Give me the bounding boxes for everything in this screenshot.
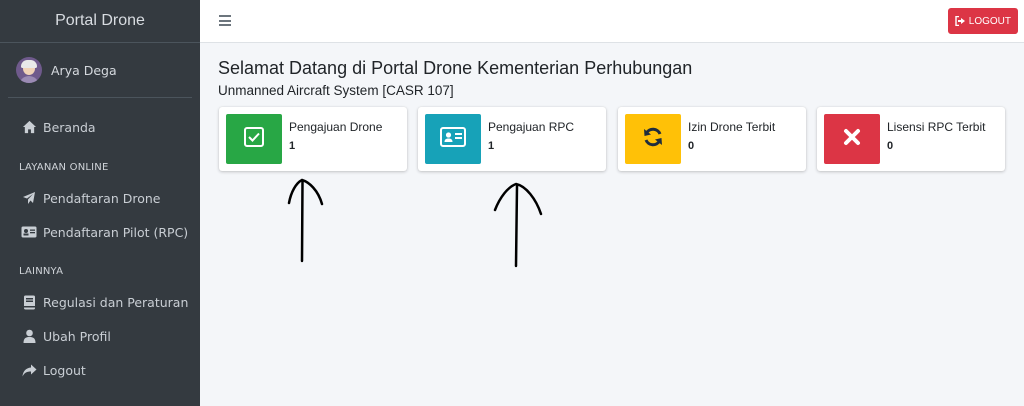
card-label: Pengajuan RPC bbox=[488, 120, 575, 134]
card-izin-drone-terbit[interactable]: Izin Drone Terbit 0 bbox=[618, 107, 806, 171]
nav-header-layanan: LAYANAN ONLINE bbox=[19, 161, 109, 173]
sidebar-item-logout[interactable]: Logout bbox=[0, 353, 200, 387]
logout-button[interactable]: LOGOUT bbox=[947, 8, 1018, 34]
logout-label: LOGOUT bbox=[968, 15, 1011, 27]
sidebar-item-label: Regulasi dan Peraturan bbox=[43, 294, 189, 310]
card-pengajuan-drone[interactable]: Pengajuan Drone 1 bbox=[219, 107, 407, 171]
card-icon-box bbox=[625, 114, 681, 164]
id-card-icon bbox=[21, 224, 37, 240]
brand-link[interactable]: Portal Drone bbox=[0, 0, 200, 43]
home-icon bbox=[21, 119, 37, 135]
sidebar-item-regulasi[interactable]: Regulasi dan Peraturan bbox=[0, 285, 200, 319]
card-pengajuan-rpc[interactable]: Pengajuan RPC 1 bbox=[418, 107, 606, 171]
hamburger-icon[interactable] bbox=[219, 15, 231, 27]
id-card-icon bbox=[440, 127, 466, 151]
page-title: Selamat Datang di Portal Drone Kementeri… bbox=[218, 58, 693, 78]
card-icon-box bbox=[226, 114, 282, 164]
sidebar-item-beranda[interactable]: Beranda bbox=[0, 110, 200, 144]
card-count: 1 bbox=[488, 140, 495, 152]
share-icon bbox=[21, 362, 37, 378]
sync-icon bbox=[642, 126, 664, 152]
times-icon bbox=[843, 128, 861, 150]
annotation-arrow bbox=[493, 182, 543, 268]
user-name: Arya Dega bbox=[51, 62, 117, 78]
card-count: 0 bbox=[887, 140, 894, 152]
user-panel[interactable]: Arya Dega bbox=[8, 43, 192, 98]
card-label: Lisensi RPC Terbit bbox=[887, 120, 986, 134]
page-subtitle: Unmanned Aircraft System [CASR 107] bbox=[218, 83, 454, 98]
sidebar-item-label: Beranda bbox=[43, 119, 96, 135]
topbar: LOGOUT bbox=[200, 0, 1024, 43]
sidebar-item-pendaftaran-drone[interactable]: Pendaftaran Drone bbox=[0, 181, 200, 215]
card-count: 1 bbox=[289, 140, 296, 152]
sidebar-item-ubah-profil[interactable]: Ubah Profil bbox=[0, 319, 200, 353]
nav-header-lainnya: LAINNYA bbox=[19, 265, 64, 277]
avatar bbox=[16, 57, 42, 83]
sidebar-item-label: Pendaftaran Pilot (RPC) bbox=[43, 224, 189, 240]
sidebar-item-label: Logout bbox=[43, 362, 86, 378]
paper-plane-icon bbox=[21, 190, 37, 206]
card-count: 0 bbox=[688, 140, 695, 152]
card-label: Izin Drone Terbit bbox=[688, 120, 776, 134]
sidebar-item-pendaftaran-pilot[interactable]: Pendaftaran Pilot (RPC) bbox=[0, 215, 200, 249]
sidebar: Portal Drone Arya Dega Beranda LAYANAN O… bbox=[0, 0, 200, 406]
sign-out-icon bbox=[955, 16, 966, 26]
check-square-icon bbox=[243, 126, 265, 152]
annotation-arrow bbox=[287, 178, 324, 263]
book-icon bbox=[21, 294, 37, 310]
card-icon-box bbox=[425, 114, 481, 164]
card-label: Pengajuan Drone bbox=[289, 120, 383, 134]
user-icon bbox=[21, 328, 37, 344]
sidebar-item-label: Ubah Profil bbox=[43, 328, 111, 344]
card-lisensi-rpc-terbit[interactable]: Lisensi RPC Terbit 0 bbox=[817, 107, 1005, 171]
card-icon-box bbox=[824, 114, 880, 164]
sidebar-item-label: Pendaftaran Drone bbox=[43, 190, 161, 206]
